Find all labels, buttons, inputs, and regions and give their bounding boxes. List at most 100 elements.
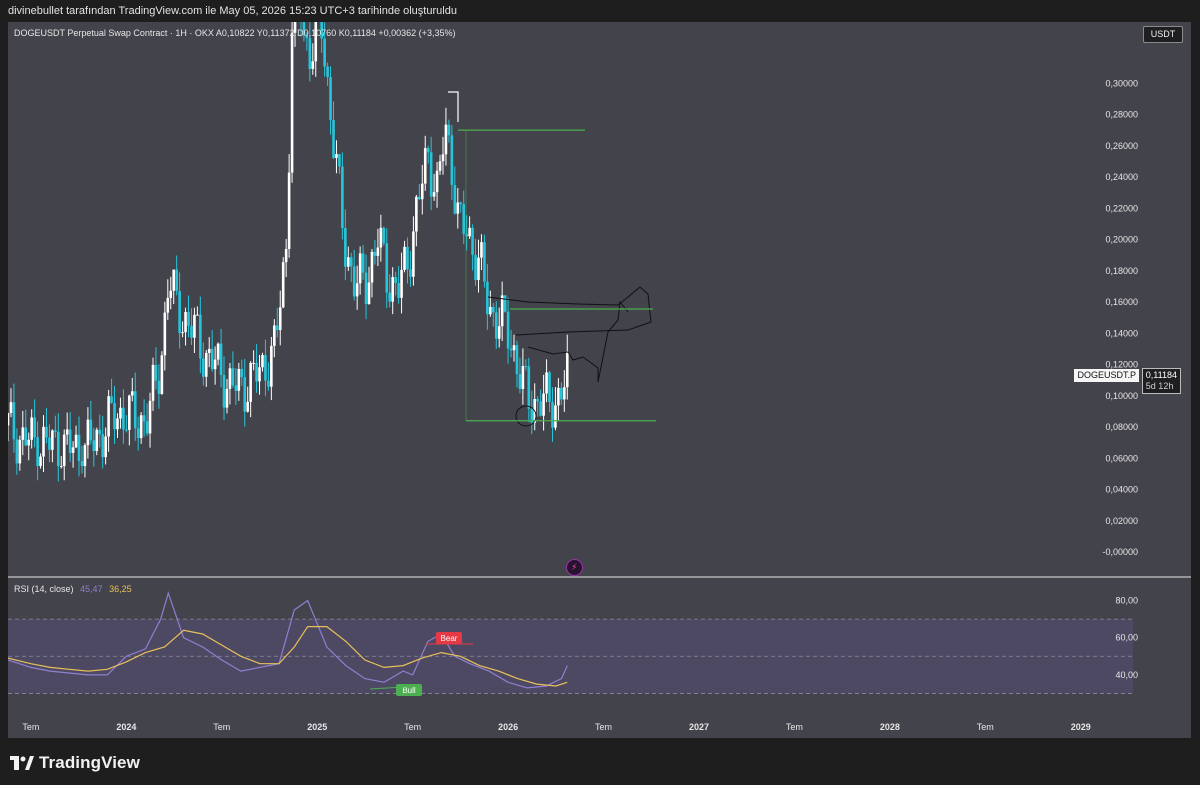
candle-body xyxy=(506,311,510,349)
symbol-legend[interactable]: DOGEUSDT Perpetual Swap Contract · 1H · … xyxy=(14,28,455,38)
candle-body xyxy=(204,352,208,377)
time-tick-label: 2029 xyxy=(1071,722,1091,732)
price-tick-label: 0,06000 xyxy=(1105,453,1138,463)
candle-body xyxy=(9,402,13,413)
candle-body xyxy=(551,402,554,428)
tradingview-logo[interactable]: TradingView xyxy=(10,753,140,773)
candle-body xyxy=(497,326,501,339)
candle-body xyxy=(261,355,264,368)
currency-badge[interactable]: USDT xyxy=(1143,26,1183,43)
price-tick-label: 0,08000 xyxy=(1105,422,1138,432)
brand-name: TradingView xyxy=(39,753,140,772)
candle-body xyxy=(557,387,560,406)
candle-body xyxy=(370,251,374,283)
rsi-value: 45,47 xyxy=(80,584,103,594)
candle-body xyxy=(284,249,288,263)
candle-body xyxy=(246,401,249,412)
candle-body xyxy=(459,202,463,205)
candle-body xyxy=(290,32,294,173)
symbol-price-label: DOGEUSDT.P xyxy=(1074,369,1139,382)
time-tick-label: Tem xyxy=(786,722,803,732)
candle-body xyxy=(518,374,522,390)
candle-body xyxy=(364,272,368,304)
candle-body xyxy=(169,290,173,298)
price-tick-label: 0,24000 xyxy=(1105,172,1138,182)
candle-body xyxy=(258,367,261,382)
chart-panel[interactable]: 0,30000 0,28000 0,26000 0,24000 0,22000 0,200… xyxy=(8,22,1191,738)
candle-body xyxy=(145,421,149,434)
candle-body xyxy=(521,366,525,390)
flash-icon: ⚡ xyxy=(571,562,578,572)
price-tick-label: 0,02000 xyxy=(1105,516,1138,526)
candle-body xyxy=(471,227,474,255)
candle-body xyxy=(142,415,146,422)
candle-body xyxy=(249,363,252,402)
bar-countdown: 5d 12h xyxy=(1145,381,1174,391)
candle-body xyxy=(527,366,531,409)
price-tick-label: 0,30000 xyxy=(1105,78,1138,88)
candle-body xyxy=(240,368,244,378)
candle-body xyxy=(423,148,427,184)
candle-body xyxy=(341,166,344,229)
candle-body xyxy=(95,429,99,451)
candle-body xyxy=(243,377,247,412)
candle-body xyxy=(104,436,107,458)
bear-marker-text: Bear xyxy=(441,634,458,643)
candle-body xyxy=(281,262,285,308)
candle-body xyxy=(379,227,383,248)
candle-body xyxy=(494,312,498,339)
candle-body xyxy=(202,358,205,377)
rsi-legend[interactable]: RSI (14, close) 45,47 36,25 xyxy=(14,584,132,594)
candle-body xyxy=(503,295,507,312)
candle-body xyxy=(311,61,315,69)
candle-body xyxy=(400,269,403,298)
legend-symbol: DOGEUSDT Perpetual Swap Contract · 1H · … xyxy=(14,28,214,38)
candle-body xyxy=(237,368,241,391)
candle-body xyxy=(349,257,353,267)
candle-body xyxy=(329,77,332,120)
candle-body xyxy=(512,345,516,351)
candle-body xyxy=(397,283,400,298)
candle-body xyxy=(373,251,377,256)
candle-body xyxy=(462,204,466,234)
candle-body xyxy=(426,148,430,153)
candle-body xyxy=(435,170,439,193)
candle-body xyxy=(234,385,238,391)
last-price: 0,11184 xyxy=(1145,370,1177,380)
candle-body xyxy=(196,314,199,316)
candle-body xyxy=(415,196,418,232)
candle-body xyxy=(344,228,347,267)
candle-body xyxy=(432,192,436,197)
candle-body xyxy=(409,269,412,277)
flash-button[interactable]: ⚡ xyxy=(566,559,583,576)
candle-body xyxy=(486,281,489,315)
candle-body xyxy=(346,257,350,267)
candle-body xyxy=(175,269,178,292)
candle-body xyxy=(545,372,548,394)
candle-body xyxy=(15,439,19,464)
candle-body xyxy=(542,393,545,416)
chart-canvas[interactable]: 0,30000 0,28000 0,26000 0,24000 0,22000 0,200… xyxy=(8,22,1191,738)
candle-body xyxy=(394,276,397,284)
candle-body xyxy=(122,407,125,430)
candle-body xyxy=(110,396,113,403)
candles xyxy=(8,22,569,482)
candle-body xyxy=(267,380,270,387)
candle-body xyxy=(219,343,223,375)
candle-body xyxy=(376,247,380,256)
time-tick-label: Tem xyxy=(404,722,421,732)
candle-body xyxy=(36,437,39,467)
candle-body xyxy=(453,184,457,214)
candle-body xyxy=(468,227,471,237)
candle-body xyxy=(491,306,495,313)
rsi-title: RSI (14, close) xyxy=(14,584,74,594)
candle-body xyxy=(139,415,143,439)
candle-body xyxy=(403,246,406,270)
candle-body xyxy=(456,202,460,214)
candle-body xyxy=(429,152,433,197)
candle-body xyxy=(128,395,131,430)
candle-body xyxy=(89,419,93,441)
candle-body xyxy=(24,427,28,446)
candle-body xyxy=(151,364,155,401)
candle-body xyxy=(509,348,513,351)
